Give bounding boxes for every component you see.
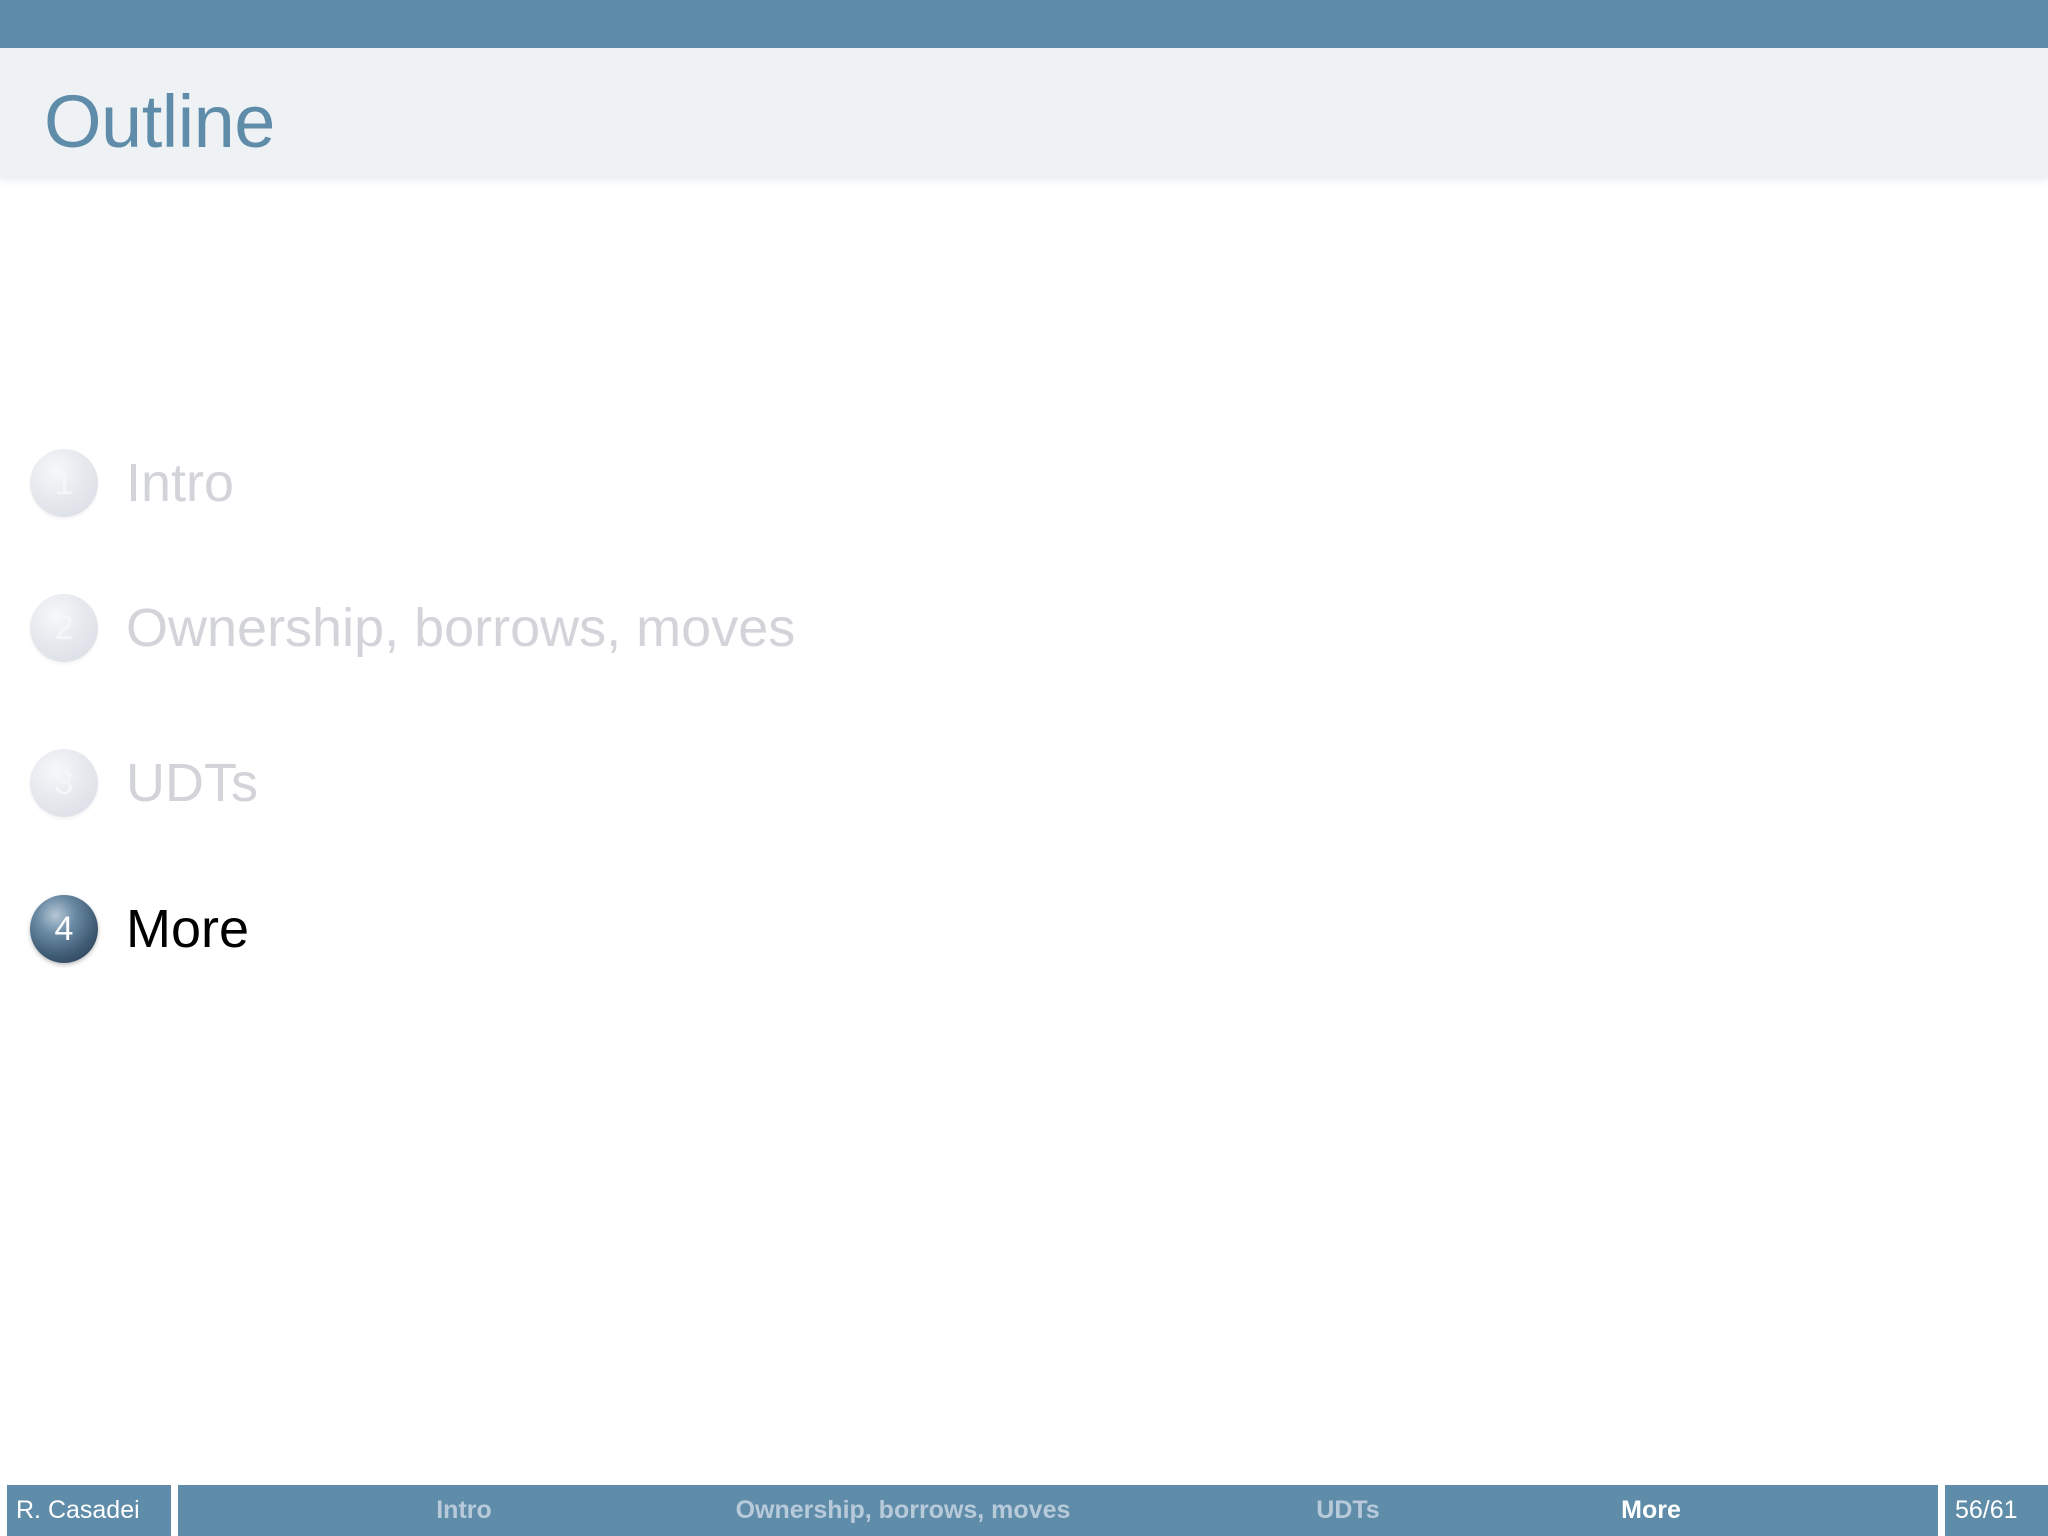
outline-item-ownership[interactable]: 2 Ownership, borrows, moves: [30, 592, 795, 664]
section-number-ball-icon: 1: [30, 449, 98, 517]
outline-item-intro[interactable]: 1 Intro: [30, 447, 234, 519]
section-number-ball-icon: 3: [30, 749, 98, 817]
footer-nav-intro[interactable]: Intro: [436, 1485, 492, 1536]
footer-nav-more[interactable]: More: [1621, 1485, 1681, 1536]
outline-item-more[interactable]: 4 More: [30, 893, 249, 965]
footer-nav-ownership[interactable]: Ownership, borrows, moves: [736, 1485, 1071, 1536]
outline-item-label: Intro: [126, 453, 235, 513]
outline-item-udts[interactable]: 3 UDTs: [30, 747, 258, 819]
footer-page-number: 56/61: [1945, 1485, 2048, 1536]
outline-item-label: UDTs: [126, 753, 258, 813]
footline: R. Casadei Intro Ownership, borrows, mov…: [0, 1485, 2048, 1536]
section-number-ball-icon: 2: [30, 594, 98, 662]
footer-author: R. Casadei: [7, 1485, 171, 1536]
footer-section-nav: Intro Ownership, borrows, moves UDTs Mor…: [178, 1485, 1938, 1536]
footer-nav-udts[interactable]: UDTs: [1316, 1485, 1379, 1536]
outline-item-label: More: [126, 899, 250, 959]
outline-item-label: Ownership, borrows, moves: [126, 598, 796, 658]
outline-list: 1 Intro 2 Ownership, borrows, moves 3 UD…: [0, 0, 2048, 1536]
section-number-ball-icon: 4: [30, 895, 98, 963]
